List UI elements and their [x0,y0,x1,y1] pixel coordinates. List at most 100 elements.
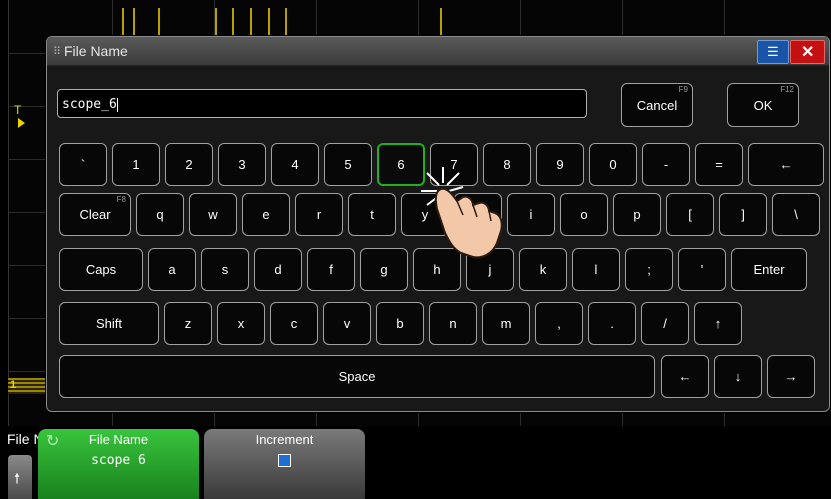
key-row1-5-label: 5 [344,157,352,172]
key-row1-1[interactable]: 1 [112,143,160,186]
key-arrow-down[interactable]: ↓ [714,355,762,398]
key-row3-8[interactable]: k [519,248,567,291]
channel-1-marker[interactable]: 1 [10,379,16,391]
key-row1-13[interactable]: ← [748,143,824,186]
key-row2-9[interactable]: o [560,193,608,236]
ok-button[interactable]: OK F12 [727,83,799,127]
key-row2-1[interactable]: q [136,193,184,236]
key-row2-11[interactable]: [ [666,193,714,236]
key-row1-12[interactable]: = [695,143,743,186]
key-row2-8[interactable]: i [507,193,555,236]
softkey-file-name[interactable]: ↻ File Name scope 6 [38,429,199,499]
key-row1-6-label: 6 [397,157,405,172]
key-row3-6-label: h [433,262,441,277]
key-row4-5[interactable]: b [376,302,424,345]
key-row3-10[interactable]: ; [625,248,673,291]
key-row2-3[interactable]: e [242,193,290,236]
key-row1-10[interactable]: 0 [589,143,637,186]
key-row4-4[interactable]: v [323,302,371,345]
increment-checkbox[interactable] [278,454,291,467]
key-row3-9[interactable]: l [572,248,620,291]
key-row1-5[interactable]: 5 [324,143,372,186]
back-button[interactable]: 🠕 [8,455,32,499]
key-row4-5-label: b [396,316,404,331]
key-row3-11-label: ' [700,262,704,277]
filename-text: scope_6 [62,97,117,112]
key-row2-2[interactable]: w [189,193,237,236]
key-row3-5[interactable]: g [360,248,408,291]
key-row3-0-label: Caps [85,262,117,277]
key-row1-10-label: 0 [609,157,617,172]
key-row3-3[interactable]: d [254,248,302,291]
key-row4-6-label: n [449,316,457,331]
key-arrow-left-label: ← [678,369,692,384]
key-row1-1-label: 1 [132,157,140,172]
key-row4-0[interactable]: Shift [59,302,159,345]
key-row4-9[interactable]: . [588,302,636,345]
key-arrow-left[interactable]: ← [661,355,709,398]
digital-trace [285,8,287,36]
key-row1-3[interactable]: 3 [218,143,266,186]
ok-fkey: F12 [780,85,794,94]
key-arrow-right[interactable]: → [767,355,815,398]
key-arrow-right-label: → [784,369,798,384]
trigger-level-icon[interactable] [18,118,25,128]
file-name-dialog: ⠿ File Name ☰ ✕ scope_6 Cancel F9 OK F12… [46,36,830,412]
key-row4-3-label: c [290,316,298,331]
dialog-titlebar[interactable]: ⠿ File Name ☰ ✕ [47,37,829,66]
touch-hand-icon [421,167,503,259]
key-row4-3[interactable]: c [270,302,318,345]
key-row3-11[interactable]: ' [678,248,726,291]
key-row4-2[interactable]: x [217,302,265,345]
key-row3-12[interactable]: Enter [731,248,807,291]
key-row2-5[interactable]: t [348,193,396,236]
key-row1-11[interactable]: - [642,143,690,186]
menu-button[interactable]: ☰ [757,40,789,64]
key-row4-7-label: m [500,316,512,331]
key-row4-0-label: Shift [95,316,122,331]
key-row2-1-label: q [156,207,164,222]
drag-grip-icon[interactable]: ⠿ [53,45,61,58]
ok-label: OK [753,97,773,113]
key-row4-11-label: ↑ [714,316,722,331]
key-space[interactable]: Space [59,355,655,398]
key-row3-0[interactable]: Caps [59,248,143,291]
key-row1-0[interactable]: ` [59,143,107,186]
digital-trace [215,8,217,36]
key-row2-13[interactable]: \ [772,193,820,236]
filename-input[interactable]: scope_6 [57,89,587,118]
key-row2-2-label: w [208,207,218,222]
cancel-button[interactable]: Cancel F9 [621,83,693,127]
key-row4-8[interactable]: , [535,302,583,345]
key-row2-10[interactable]: p [613,193,661,236]
up-arrow-icon: 🠕 [14,470,21,486]
key-row2-12[interactable]: ] [719,193,767,236]
close-icon: ✕ [801,44,815,61]
key-row4-7[interactable]: m [482,302,530,345]
key-row3-2[interactable]: s [201,248,249,291]
key-row3-9-label: l [594,262,598,277]
digital-trace [133,8,135,36]
softkey-increment[interactable]: Increment [204,429,365,499]
key-row3-1[interactable]: a [148,248,196,291]
close-button[interactable]: ✕ [790,40,825,64]
key-row1-2[interactable]: 2 [165,143,213,186]
key-row2-4[interactable]: r [295,193,343,236]
key-row1-9-label: 9 [556,157,564,172]
key-row2-0[interactable]: Clear F8 [59,193,131,236]
key-row4-10-label: / [663,316,667,331]
key-row1-4-label: 4 [291,157,299,172]
digital-trace [250,8,252,36]
key-row4-10[interactable]: / [641,302,689,345]
key-row4-11[interactable]: ↑ [694,302,742,345]
key-row1-4[interactable]: 4 [271,143,319,186]
key-row3-4[interactable]: f [307,248,355,291]
key-row3-10-label: ; [647,262,651,277]
key-row1-9[interactable]: 9 [536,143,584,186]
key-row4-1[interactable]: z [164,302,212,345]
key-row4-4-label: v [343,316,351,331]
digital-trace [122,8,124,36]
key-row4-6[interactable]: n [429,302,477,345]
key-row2-10-label: p [633,207,641,222]
key-row2-12-label: ] [741,207,745,222]
